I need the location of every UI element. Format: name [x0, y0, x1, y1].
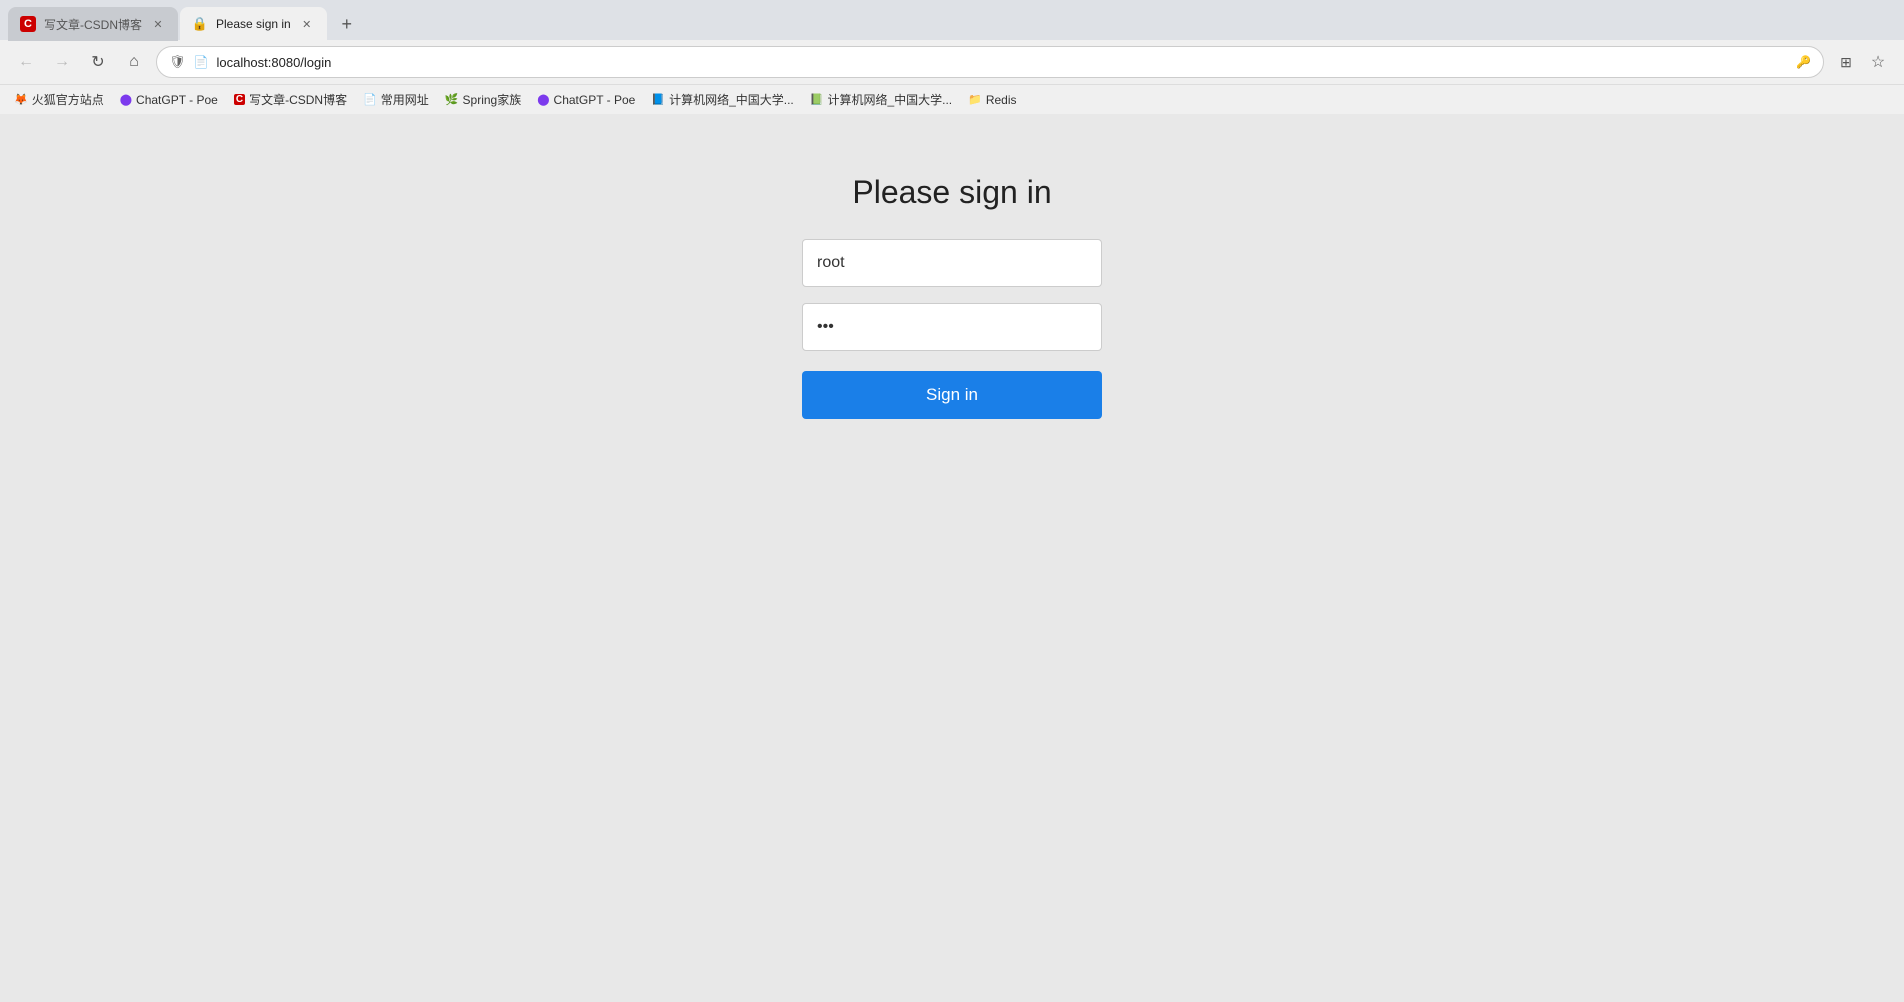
bookmark-common-urls-label: 常用网址	[381, 91, 429, 108]
bookmark-spring-label: Spring家族	[463, 91, 522, 108]
tab-csdn[interactable]: C 写文章-CSDN博客 ✕	[8, 7, 178, 41]
page-content: Please sign in Sign in	[0, 114, 1904, 1002]
bookmark-network-1[interactable]: 📘 计算机网络_中国大学...	[645, 89, 799, 110]
tab-csdn-title: 写文章-CSDN博客	[44, 16, 142, 33]
back-button[interactable]: ←	[12, 48, 40, 76]
star-button[interactable]: ☆	[1864, 48, 1892, 76]
bookmark-chatgpt-poe-1-label: ChatGPT - Poe	[136, 93, 218, 107]
bookmark-chatgpt-poe-1[interactable]: ⬤ ChatGPT - Poe	[114, 91, 224, 109]
fox-favicon: 🦊	[14, 93, 28, 106]
bookmark-foxofficial-label: 火狐官方站点	[32, 91, 104, 108]
bookmark-redis[interactable]: 📁 Redis	[962, 91, 1022, 109]
bookmark-redis-label: Redis	[986, 93, 1017, 107]
folder-favicon-1: 📄	[363, 93, 377, 106]
login-title: Please sign in	[852, 174, 1051, 211]
forward-button[interactable]: →	[48, 48, 76, 76]
new-tab-button[interactable]: +	[333, 10, 361, 38]
spring-favicon: 🌿	[445, 93, 459, 106]
password-input[interactable]	[802, 303, 1102, 351]
tab-bar: C 写文章-CSDN博客 ✕ 🔒 Please sign in ✕ +	[0, 0, 1904, 40]
bookmarks-bar: 🦊 火狐官方站点 ⬤ ChatGPT - Poe C 写文章-CSDN博客 📄 …	[0, 84, 1904, 114]
poe-favicon-1: ⬤	[120, 93, 132, 106]
bookmark-csdn[interactable]: C 写文章-CSDN博客	[228, 89, 353, 110]
address-bar[interactable]: 🛡 📄 localhost:8080/login 🔑	[156, 46, 1824, 78]
login-form: Please sign in Sign in	[802, 174, 1102, 419]
login-favicon: 🔒	[192, 16, 208, 32]
bookmark-common-urls[interactable]: 📄 常用网址	[357, 89, 435, 110]
network-favicon-1: 📘	[651, 93, 665, 106]
reader-icon: 📄	[194, 55, 209, 69]
tab-login-close[interactable]: ✕	[299, 16, 315, 32]
bookmark-foxofficial[interactable]: 🦊 火狐官方站点	[8, 89, 110, 110]
bookmark-chatgpt-poe-2[interactable]: ⬤ ChatGPT - Poe	[531, 91, 641, 109]
nav-right-buttons: ⊞ ☆	[1832, 48, 1892, 76]
bookmark-spring[interactable]: 🌿 Spring家族	[439, 89, 527, 110]
redis-favicon: 📁	[968, 93, 982, 106]
sign-in-button[interactable]: Sign in	[802, 371, 1102, 419]
qr-button[interactable]: ⊞	[1832, 48, 1860, 76]
network-favicon-2: 📗	[810, 93, 824, 106]
bookmark-network-1-label: 计算机网络_中国大学...	[669, 91, 794, 108]
nav-bar: ← → ↻ ⌂ 🛡 📄 localhost:8080/login 🔑 ⊞ ☆	[0, 40, 1904, 84]
bookmark-network-2[interactable]: 📗 计算机网络_中国大学...	[804, 89, 958, 110]
browser-chrome: C 写文章-CSDN博客 ✕ 🔒 Please sign in ✕ + ← → …	[0, 0, 1904, 114]
tab-csdn-close[interactable]: ✕	[150, 16, 166, 32]
url-display: localhost:8080/login	[216, 55, 1788, 70]
shield-icon: 🛡	[169, 54, 186, 70]
refresh-button[interactable]: ↻	[84, 48, 112, 76]
poe-favicon-2: ⬤	[537, 93, 549, 106]
bookmark-chatgpt-poe-2-label: ChatGPT - Poe	[554, 93, 636, 107]
csdn-bm-favicon: C	[234, 94, 245, 105]
lock-icon: 🔑	[1796, 55, 1811, 69]
bookmark-csdn-label: 写文章-CSDN博客	[249, 91, 347, 108]
csdn-favicon: C	[20, 16, 36, 32]
home-button[interactable]: ⌂	[120, 48, 148, 76]
bookmark-network-2-label: 计算机网络_中国大学...	[827, 91, 952, 108]
tab-login[interactable]: 🔒 Please sign in ✕	[180, 7, 327, 41]
username-input[interactable]	[802, 239, 1102, 287]
tab-login-title: Please sign in	[216, 17, 291, 31]
